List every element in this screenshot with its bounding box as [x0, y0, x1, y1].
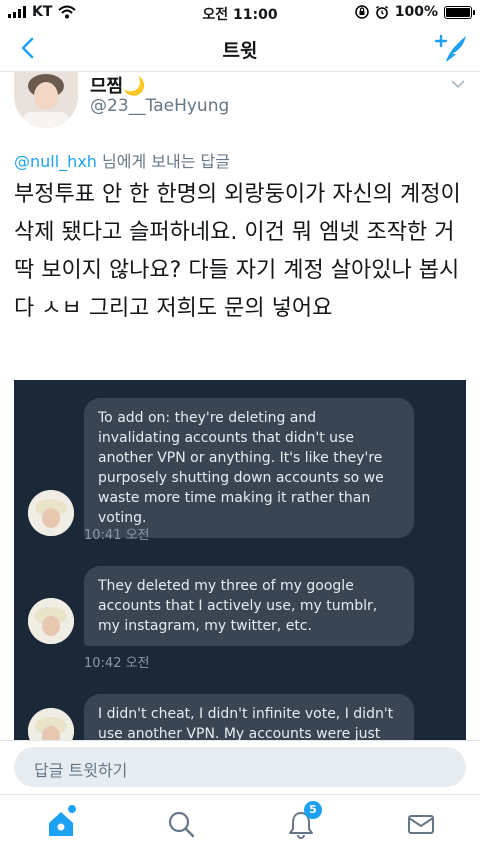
new-content-dot [68, 805, 76, 813]
tab-bar: 5 [0, 794, 480, 853]
tweet-header: 므찜🌙 @23__TaeHyung [0, 72, 480, 132]
search-icon [168, 811, 195, 838]
chat-avatar [28, 598, 74, 644]
chat-bubble: To add on: they're deleting and invalida… [84, 398, 414, 538]
author-avatar[interactable] [14, 72, 78, 128]
reply-to-line: @null_hxh 님에게 보내는 답글 [14, 148, 230, 172]
battery-percent: 100% [394, 4, 438, 20]
envelope-icon [408, 815, 434, 834]
tab-messages[interactable] [406, 809, 436, 839]
chat-bubble: I didn't cheat, I didn't infinite vote, … [84, 694, 414, 740]
reply-input[interactable]: 답글 트윗하기 [14, 747, 466, 787]
tweet-media[interactable]: To add on: they're deleting and invalida… [14, 380, 466, 740]
chat-time: 10:41 오전 [84, 528, 150, 543]
tab-search[interactable] [166, 809, 196, 839]
chat-time: 10:42 오전 [84, 656, 150, 671]
chat-bubble: They deleted my three of my google accou… [84, 566, 414, 646]
reply-to-suffix: 님에게 보내는 답글 [96, 152, 230, 171]
reply-bar: 답글 트윗하기 [0, 740, 480, 794]
notifications-badge: 5 [304, 801, 322, 819]
compose-tweet-icon[interactable] [434, 32, 468, 64]
status-bar: KT 오전 11:00 100% [0, 0, 480, 26]
author-name[interactable]: 므찜🌙 [90, 72, 146, 98]
chat-avatar [28, 490, 74, 536]
chevron-down-icon[interactable] [450, 78, 466, 90]
reply-mention-link[interactable]: @null_hxh [14, 152, 97, 171]
home-icon [49, 812, 73, 836]
alarm-icon [375, 5, 388, 19]
nav-bar: 트윗 [0, 26, 480, 72]
battery-icon [444, 5, 475, 19]
lock-rotation-icon [354, 5, 369, 19]
chat-avatar [28, 708, 74, 740]
tab-notifications[interactable]: 5 [286, 801, 322, 839]
status-right: 100% [354, 4, 475, 20]
page-title: 트윗 [222, 40, 258, 62]
tab-home[interactable] [46, 805, 76, 839]
author-handle[interactable]: @23__TaeHyung [90, 96, 229, 116]
tweet-text: 부정투표 안 한 한명의 외랑둥이가 자신의 계정이 삭제 됐다고 슬퍼하네요.… [14, 182, 461, 321]
